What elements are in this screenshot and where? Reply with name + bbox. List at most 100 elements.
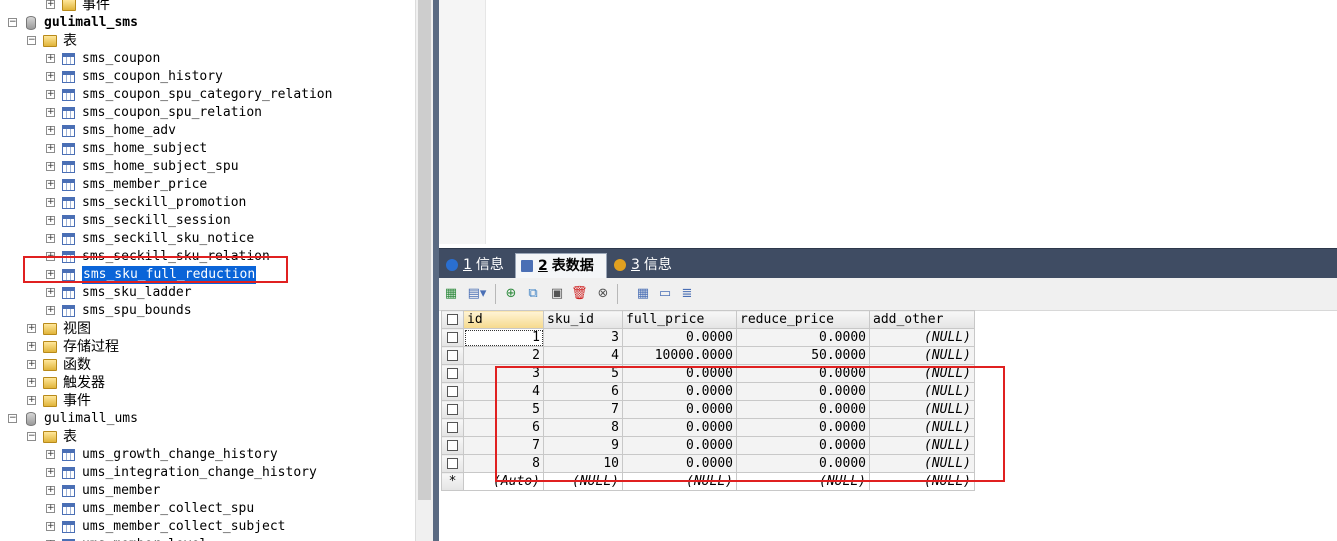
column-header-add-other[interactable]: add_other [869,310,975,329]
tree-node-table[interactable]: + sms_home_subject_spu [0,158,415,176]
tree-node-table[interactable]: + sms_seckill_session [0,212,415,230]
collapse-icon[interactable]: − [8,414,17,423]
cell-full-price[interactable]: 0.0000 [622,328,737,347]
cell-sku-id[interactable]: 3 [543,328,623,347]
row-checkbox[interactable] [441,418,464,437]
save-icon[interactable]: ▣ [549,286,565,302]
expand-icon[interactable]: + [27,360,36,369]
tree-node-table[interactable]: +ums_member_level [0,536,415,541]
row-checkbox[interactable] [441,382,464,401]
cell-add-other[interactable]: (NULL) [869,346,975,365]
expand-icon[interactable]: + [46,486,55,495]
row-checkbox[interactable] [441,328,464,347]
export-dropdown-icon[interactable]: ▤▾ [465,286,489,302]
expand-icon[interactable]: + [46,306,55,315]
cell-id[interactable]: 1 [463,328,544,347]
expand-icon[interactable]: + [46,450,55,459]
tree-node-table[interactable]: + sms_seckill_promotion [0,194,415,212]
tree-node-table[interactable]: + sms_coupon_spu_relation [0,104,415,122]
tree-node-table[interactable]: + ums_growth_change_history [0,446,415,464]
tree-node-table[interactable]: + ums_member_collect_subject [0,518,415,536]
tree-node-table[interactable]: + sms_coupon_history [0,68,415,86]
select-all-checkbox[interactable] [441,310,464,329]
expand-icon[interactable]: + [27,378,36,387]
tree-node-table[interactable]: + sms_home_adv [0,122,415,140]
collapse-icon[interactable]: − [27,36,36,45]
expand-icon[interactable]: + [27,396,36,405]
tree-node-table[interactable]: + sms_coupon_spu_category_relation [0,86,415,104]
cell-sku-id[interactable]: 4 [543,346,623,365]
cell-reduce-price[interactable]: 50.0000 [736,346,870,365]
delete-icon[interactable]: 🗑 [571,286,588,302]
tree-node-folder[interactable]: + 函数 [0,356,415,374]
tree-node-folder[interactable]: − 表 [0,32,415,50]
tab-result-1[interactable]: 1 信息 [441,253,513,279]
tree-node-db[interactable]: − gulimall_ums [0,410,415,428]
expand-icon[interactable]: + [46,144,55,153]
text-view-icon[interactable]: ≣ [679,286,695,302]
expand-icon[interactable]: + [46,90,55,99]
expand-icon[interactable]: + [46,0,55,9]
column-header-id[interactable]: id [463,310,544,329]
form-view-icon[interactable]: ▭ [657,286,673,302]
tree-node-table[interactable]: + ums_integration_change_history [0,464,415,482]
cancel-icon[interactable]: ⊗ [595,286,611,302]
column-header-sku-id[interactable]: sku_id [543,310,623,329]
expand-icon[interactable]: + [46,162,55,171]
expand-icon[interactable]: + [46,198,55,207]
expand-icon[interactable]: + [46,126,55,135]
cell-full-price[interactable]: 10000.0000 [622,346,737,365]
tree-vertical-scrollbar[interactable] [415,0,434,541]
tree-node-folder[interactable]: + 事件 [0,392,415,410]
query-editor[interactable] [486,0,1337,244]
add-row-icon[interactable]: ⊕ [503,286,519,302]
tree-node-folder[interactable]: − 表 [0,428,415,446]
expand-icon[interactable]: + [46,234,55,243]
tree-node-folder[interactable]: + 视图 [0,320,415,338]
row-checkbox[interactable] [441,436,464,455]
tree-node-table[interactable]: + sms_home_subject [0,140,415,158]
expand-icon[interactable]: + [46,522,55,531]
column-header-full-price[interactable]: full_price [622,310,737,329]
tab-result-2[interactable]: 2 表数据 [515,253,607,279]
row-checkbox[interactable] [441,400,464,419]
expand-icon[interactable]: + [27,324,36,333]
row-checkbox[interactable] [441,454,464,473]
duplicate-row-icon[interactable]: ⧉ [525,286,541,302]
row-checkbox[interactable] [441,364,464,383]
cell-add-other[interactable]: (NULL) [869,328,975,347]
tree-node-db[interactable]: − gulimall_sms [0,14,415,32]
collapse-icon[interactable]: − [8,18,17,27]
scrollbar-thumb[interactable] [418,0,431,500]
tree-node-table[interactable]: + sms_member_price [0,176,415,194]
tree-node-table[interactable]: + sms_spu_bounds [0,302,415,320]
tree-node-table[interactable]: + ums_member_collect_spu [0,500,415,518]
expand-icon[interactable]: + [46,216,55,225]
tree-node-folder[interactable]: + 存储过程 [0,338,415,356]
tree-node-table[interactable]: + sms_coupon [0,50,415,68]
row-checkbox[interactable] [441,346,464,365]
tab-result-3[interactable]: 3 信息 [609,253,679,279]
expand-icon[interactable]: + [46,288,55,297]
insert-row-icon[interactable]: ▦ [443,286,459,302]
tree-node-folder[interactable]: + 事件 [0,0,415,14]
cell-reduce-price[interactable]: 0.0000 [736,328,870,347]
expand-icon[interactable]: + [46,180,55,189]
expand-icon[interactable]: + [46,72,55,81]
tree-node-table[interactable]: + sms_seckill_sku_notice [0,230,415,248]
grid-view-icon[interactable]: ▦ [635,286,651,302]
expand-icon[interactable]: + [46,108,55,117]
table-row[interactable]: 2 4 10000.0000 50.0000 (NULL) [441,346,975,365]
collapse-icon[interactable]: − [27,432,36,441]
expand-icon[interactable]: + [46,54,55,63]
cell-id[interactable]: 2 [463,346,544,365]
expand-icon[interactable]: + [46,504,55,513]
expand-icon[interactable]: + [46,468,55,477]
tree-node-folder[interactable]: + 触发器 [0,374,415,392]
column-header-reduce-price[interactable]: reduce_price [736,310,870,329]
tree-node-table[interactable]: + sms_sku_ladder [0,284,415,302]
expand-icon[interactable]: + [27,342,36,351]
table-row[interactable]: 1 3 0.0000 0.0000 (NULL) [441,328,975,347]
tree-node-label: 函数 [63,357,91,373]
tree-node-table[interactable]: + ums_member [0,482,415,500]
